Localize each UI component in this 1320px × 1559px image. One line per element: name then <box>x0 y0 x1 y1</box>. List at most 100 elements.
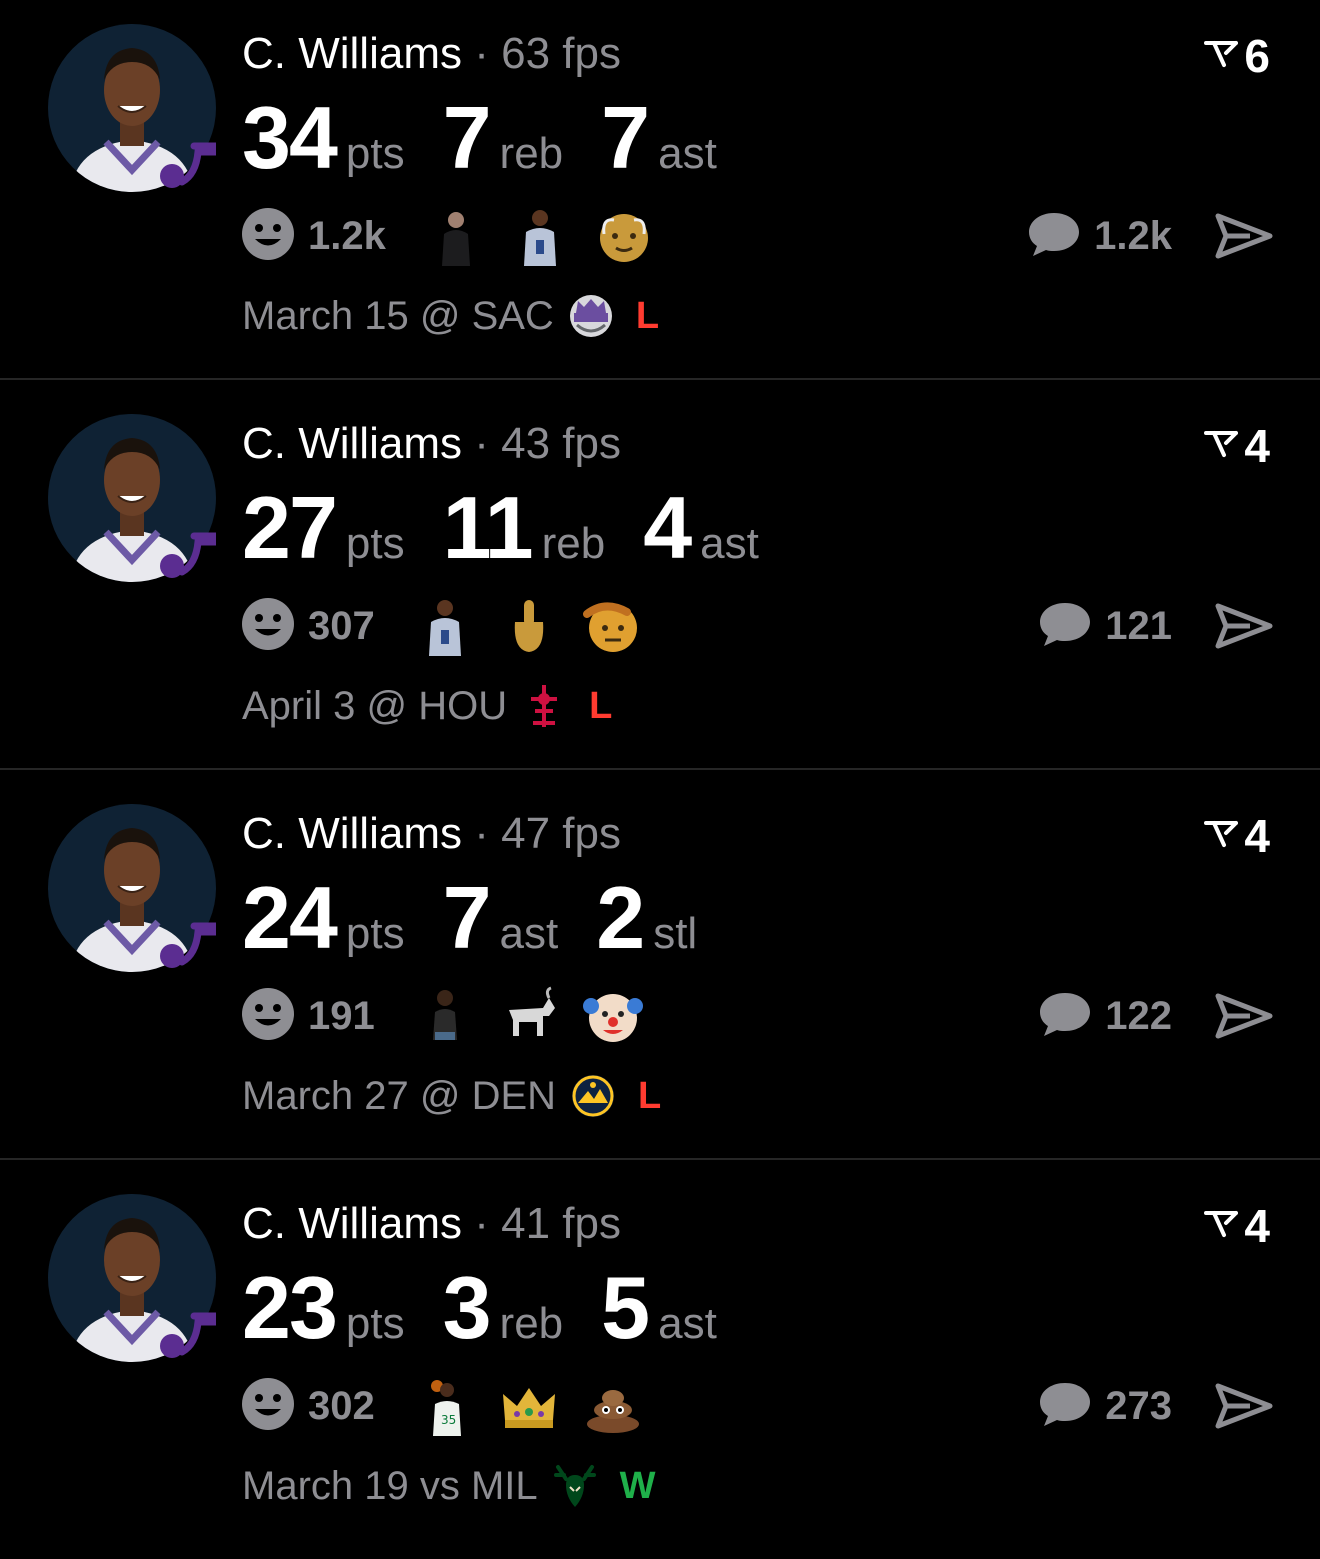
share-send-icon[interactable] <box>1214 1380 1274 1437</box>
person-in-black-emoji[interactable] <box>426 206 486 266</box>
stat-value: 3 <box>442 1258 492 1357</box>
rank-badge: 4 <box>1204 422 1270 470</box>
game-result: W <box>619 1464 656 1507</box>
game-info: March 15 @ SAC L <box>242 290 659 342</box>
share-send-icon[interactable] <box>1214 210 1274 267</box>
rank-number: 4 <box>1244 420 1270 472</box>
separator-dot: · <box>461 809 502 858</box>
stat-item: 23 pts <box>242 1258 405 1358</box>
goat-emoji[interactable] <box>499 986 559 1046</box>
stat-value: 23 <box>242 1258 338 1357</box>
reaction-count[interactable]: 1.2k <box>308 214 386 259</box>
stat-card[interactable]: C. Williams · 43 fps 4 27 pts 11 reb 4 ast 307 12… <box>0 390 1320 779</box>
stat-item: 5 ast <box>601 1258 717 1358</box>
stat-item: 7 reb <box>443 88 564 188</box>
comments-button[interactable]: 122 <box>1037 988 1172 1044</box>
reactions-row: 302 35 <box>240 1376 667 1436</box>
stat-line: 24 pts 7 ast 2 stl <box>242 868 735 968</box>
saluting-face-emoji[interactable] <box>582 596 643 656</box>
stat-item: 11 reb <box>443 478 606 578</box>
stat-value: 11 <box>442 478 534 577</box>
stat-value: 27 <box>242 478 338 577</box>
comments-button[interactable]: 121 <box>1037 598 1172 654</box>
rank-icon <box>1204 819 1239 854</box>
person-sitting-emoji[interactable] <box>415 986 475 1046</box>
share-send-icon[interactable] <box>1214 990 1274 1047</box>
stat-unit: ast <box>700 519 759 568</box>
comment-bubble-icon <box>1026 209 1082 264</box>
comment-count: 273 <box>1105 1383 1172 1428</box>
player-photo-emoji[interactable] <box>510 206 570 266</box>
stat-unit: reb <box>499 1299 564 1348</box>
old-man-emoji[interactable] <box>594 206 654 266</box>
comment-count: 121 <box>1105 603 1172 648</box>
rank-badge: 4 <box>1204 812 1270 860</box>
stat-item: 34 pts <box>242 88 405 188</box>
comments-button[interactable]: 1.2k <box>1026 208 1172 264</box>
rank-number: 4 <box>1244 810 1270 862</box>
comments-button[interactable]: 273 <box>1037 1378 1172 1434</box>
player-name[interactable]: C. Williams <box>242 419 462 468</box>
player-name[interactable]: C. Williams <box>242 809 462 858</box>
stat-item: 2 stl <box>596 868 697 968</box>
add-reaction-icon[interactable] <box>240 206 296 267</box>
game-info: April 3 @ HOU L <box>242 680 612 732</box>
card-divider <box>0 768 1320 770</box>
stat-unit: pts <box>345 519 405 568</box>
separator-dot: · <box>461 29 502 78</box>
stat-line: 23 pts 3 reb 5 ast <box>242 1258 755 1358</box>
player-avatar[interactable] <box>48 24 216 192</box>
separator-dot: · <box>461 419 502 468</box>
rank-icon <box>1204 1209 1239 1244</box>
stat-value: 7 <box>442 88 492 187</box>
comment-bubble-icon <box>1037 989 1093 1044</box>
fantasy-points: 47 fps <box>501 809 621 858</box>
stat-card[interactable]: C. Williams · 41 fps 4 23 pts 3 reb 5 ast 302 35 2… <box>0 1170 1320 1559</box>
nuggets-logo <box>570 1073 616 1119</box>
rank-icon <box>1204 429 1239 464</box>
card-header: C. Williams · 47 fps <box>242 808 621 860</box>
stat-item: 7 ast <box>601 88 717 188</box>
crown-emoji[interactable] <box>499 1376 559 1436</box>
stat-item: 27 pts <box>242 478 405 578</box>
comment-bubble-icon <box>1037 599 1093 654</box>
player-name[interactable]: C. Williams <box>242 1199 462 1248</box>
game-result: L <box>589 684 613 727</box>
stat-unit: pts <box>345 909 405 958</box>
player-avatar[interactable] <box>48 804 216 972</box>
player-photo-emoji[interactable] <box>415 596 475 656</box>
stat-value: 7 <box>442 868 492 967</box>
stat-card-feed: C. Williams · 63 fps 6 34 pts 7 reb 7 ast 1.2k 1.… <box>0 0 1320 1534</box>
stat-item: 3 reb <box>443 1258 564 1358</box>
stat-item: 24 pts <box>242 868 405 968</box>
player-avatar[interactable] <box>48 414 216 582</box>
fantasy-points: 41 fps <box>501 1199 621 1248</box>
add-reaction-icon[interactable] <box>240 986 296 1047</box>
game-result: L <box>638 1074 662 1117</box>
share-send-icon[interactable] <box>1214 600 1274 657</box>
fantasy-points: 63 fps <box>501 29 621 78</box>
player-name[interactable]: C. Williams <box>242 29 462 78</box>
celtics-player-emoji[interactable]: 35 <box>415 1376 475 1436</box>
reaction-count[interactable]: 302 <box>308 1384 375 1429</box>
clown-face-emoji[interactable] <box>582 986 643 1046</box>
add-reaction-icon[interactable] <box>240 596 296 657</box>
stat-unit: pts <box>345 129 405 178</box>
player-avatar[interactable] <box>48 1194 216 1362</box>
stat-item: 7 ast <box>443 868 559 968</box>
rank-badge: 6 <box>1204 32 1270 80</box>
stat-card[interactable]: C. Williams · 63 fps 6 34 pts 7 reb 7 ast 1.2k 1.… <box>0 0 1320 389</box>
stat-unit: pts <box>345 1299 405 1348</box>
game-date-opponent: March 19 vs MIL <box>242 1463 538 1508</box>
reactions-row: 1.2k <box>240 206 678 266</box>
card-divider <box>0 378 1320 380</box>
rank-number: 4 <box>1244 1200 1270 1252</box>
pile-of-poo-emoji[interactable] <box>583 1376 643 1436</box>
reaction-count[interactable]: 191 <box>308 994 375 1039</box>
reaction-count[interactable]: 307 <box>308 604 375 649</box>
add-reaction-icon[interactable] <box>240 1376 296 1437</box>
middle-finger-emoji[interactable] <box>499 596 559 656</box>
card-divider <box>0 1158 1320 1160</box>
stat-card[interactable]: C. Williams · 47 fps 4 24 pts 7 ast 2 stl 191 122… <box>0 780 1320 1169</box>
comment-bubble-icon <box>1037 1379 1093 1434</box>
